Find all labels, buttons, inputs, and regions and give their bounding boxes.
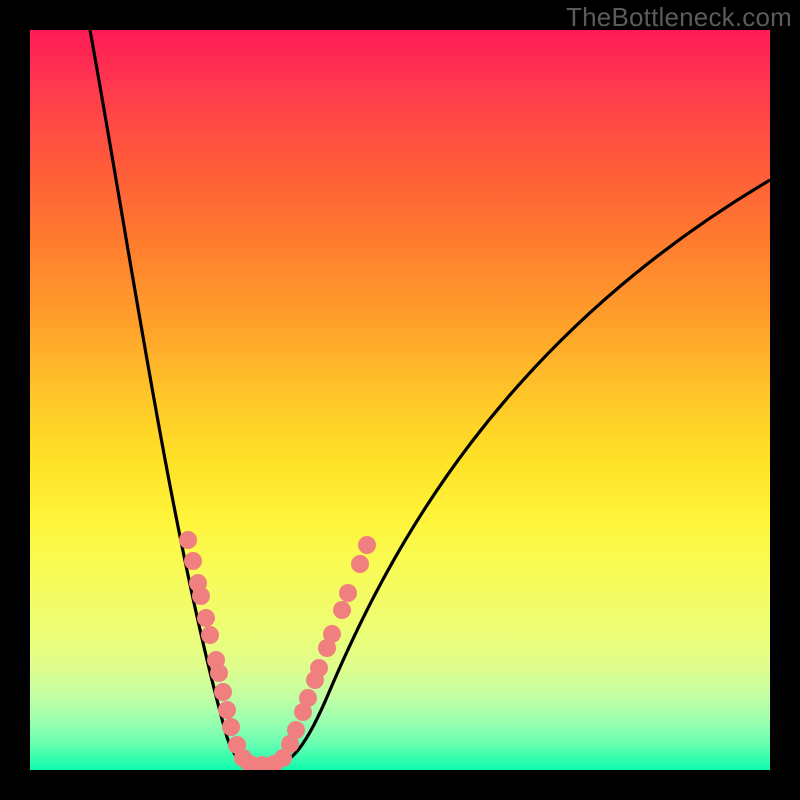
data-dot: [210, 664, 228, 682]
data-dot: [197, 609, 215, 627]
curve-right: [278, 180, 770, 764]
data-dot: [222, 718, 240, 736]
watermark-label: TheBottleneck.com: [566, 2, 792, 33]
data-dot: [218, 701, 236, 719]
data-dot: [358, 536, 376, 554]
data-dot: [287, 721, 305, 739]
data-dot: [333, 601, 351, 619]
data-dot: [201, 626, 219, 644]
data-dot: [299, 689, 317, 707]
chart-frame: TheBottleneck.com: [0, 0, 800, 800]
data-dot: [192, 587, 210, 605]
curve-svg: [30, 30, 770, 770]
data-dot: [214, 683, 232, 701]
curve-left: [90, 30, 247, 764]
data-dot: [179, 531, 197, 549]
data-dot: [323, 625, 341, 643]
data-dot: [351, 555, 369, 573]
plot-area: [30, 30, 770, 770]
data-dot: [339, 584, 357, 602]
data-dot: [310, 659, 328, 677]
data-dot: [184, 552, 202, 570]
